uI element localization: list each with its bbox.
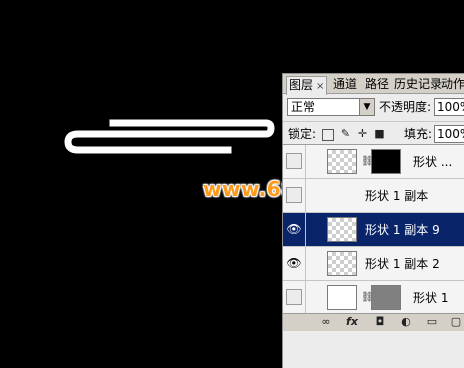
tab-layers[interactable]: 图层 × bbox=[286, 76, 328, 95]
move-icon[interactable]: ✛ bbox=[356, 127, 369, 140]
fx-icon[interactable]: fx bbox=[345, 315, 359, 329]
layer-row[interactable]: ⛓ 形状 1 bbox=[283, 281, 464, 315]
panel-tab-bar: 图层 × 通道 路径 历史记录 动作 bbox=[283, 74, 464, 95]
visibility-toggle[interactable] bbox=[286, 153, 302, 169]
layers-panel: 图层× 通道 路径 历史记录 动作 正常 ▼ 不透明度: 100% 锁定: ✎ … bbox=[282, 73, 464, 368]
tab-layers-label: 图层 bbox=[289, 78, 314, 92]
tab-actions[interactable]: 动作 bbox=[441, 76, 464, 93]
lock-transparent-icon[interactable] bbox=[322, 129, 334, 141]
blend-row: 正常 ▼ 不透明度: 100% bbox=[283, 95, 464, 119]
brush-icon[interactable]: ✎ bbox=[339, 127, 352, 140]
eye-icon[interactable]: 👁 bbox=[286, 255, 302, 271]
layer-row[interactable]: 形状 1 副本 bbox=[283, 179, 464, 213]
group-icon[interactable]: ▭ bbox=[425, 315, 439, 329]
visibility-toggle[interactable] bbox=[286, 289, 302, 305]
tab-paths[interactable]: 路径 bbox=[365, 76, 389, 93]
layer-name: 形状 1 副本 bbox=[365, 189, 429, 203]
opacity-field[interactable]: 100% bbox=[434, 98, 464, 116]
layer-thumbnail bbox=[327, 251, 357, 276]
layer-row[interactable]: ⛓ 形状 ... bbox=[283, 145, 464, 179]
divider bbox=[305, 145, 306, 179]
tab-channels[interactable]: 通道 bbox=[333, 76, 357, 93]
layer-name: 形状 ... bbox=[413, 155, 453, 169]
fill-field[interactable]: 100% bbox=[434, 125, 464, 143]
vector-mask-thumbnail bbox=[371, 285, 401, 310]
divider bbox=[305, 179, 306, 213]
layer-thumbnail bbox=[327, 217, 357, 242]
layer-thumbnail bbox=[327, 149, 357, 174]
visibility-toggle[interactable] bbox=[286, 187, 302, 203]
divider bbox=[305, 213, 306, 247]
lock-row: 锁定: ✎ ✛ ■ 填充: 100% bbox=[283, 121, 464, 145]
tab-history[interactable]: 历史记录 bbox=[394, 76, 442, 93]
lock-icon[interactable]: ■ bbox=[373, 127, 386, 140]
fill-label: 填充: bbox=[404, 127, 433, 141]
layer-row[interactable]: 👁 形状 1 副本 2 bbox=[283, 247, 464, 281]
layer-row-selected[interactable]: 👁 形状 1 副本 9 bbox=[283, 213, 464, 247]
layer-name: 形状 1 副本 2 bbox=[365, 257, 440, 271]
chevron-down-icon[interactable]: ▼ bbox=[359, 99, 374, 115]
divider bbox=[305, 281, 306, 315]
adjustment-icon[interactable]: ◐ bbox=[399, 315, 413, 329]
panel-bottom-bar: ∞ fx ◘ ◐ ▭ ▢ bbox=[283, 313, 464, 331]
blend-mode-select[interactable]: 正常 ▼ bbox=[287, 98, 375, 116]
mask-icon[interactable]: ◘ bbox=[373, 315, 387, 329]
divider bbox=[305, 247, 306, 281]
eye-icon[interactable]: 👁 bbox=[286, 221, 302, 237]
close-icon[interactable]: × bbox=[316, 81, 324, 92]
lock-label: 锁定: bbox=[288, 127, 317, 141]
link-icon[interactable]: ∞ bbox=[319, 315, 333, 329]
vector-mask-thumbnail bbox=[371, 149, 401, 174]
layer-list: ⛓ 形状 ... 形状 1 副本 👁 形状 1 副本 9 👁 形状 1 副本 2 bbox=[283, 145, 464, 315]
opacity-label: 不透明度: bbox=[379, 100, 432, 114]
layer-name: 形状 1 副本 9 bbox=[365, 223, 440, 237]
layer-name: 形状 1 bbox=[413, 291, 449, 305]
layer-thumbnail bbox=[327, 285, 357, 310]
new-layer-icon[interactable]: ▢ bbox=[449, 315, 463, 329]
blend-mode-value: 正常 bbox=[291, 100, 316, 114]
